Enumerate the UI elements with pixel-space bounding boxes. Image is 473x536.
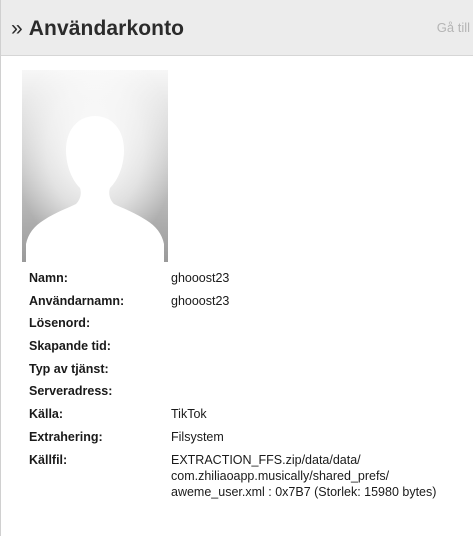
source-file-line: EXTRACTION_FFS.zip/data/data/ xyxy=(171,452,361,467)
field-label: Källa: xyxy=(29,407,64,422)
account-details: Namn: ghooost23 Användarnamn: ghooost23 … xyxy=(29,267,473,509)
field-value: TikTok xyxy=(171,407,207,422)
panel-title-text: Användarkonto xyxy=(28,17,185,40)
user-account-panel: » Användarkonto Gå till Namn: ghooost23 … xyxy=(0,0,473,536)
field-value: ghooost23 xyxy=(171,293,230,308)
goto-link[interactable]: Gå till xyxy=(437,20,470,35)
field-row: Typ av tjänst: xyxy=(29,358,473,381)
source-file-path: EXTRACTION_FFS.zip/data/data/ com.zhilia… xyxy=(171,452,436,500)
field-label: Källfil: xyxy=(29,452,68,467)
field-label: Skapande tid: xyxy=(29,339,111,354)
field-row: Användarnamn: ghooost23 xyxy=(29,290,473,313)
field-row: Källa: TikTok xyxy=(29,403,473,426)
field-label: Användarnamn: xyxy=(29,293,125,308)
field-row: Lösenord: xyxy=(29,312,473,335)
field-label: Extrahering: xyxy=(29,429,103,444)
chevron-right-icon[interactable]: » xyxy=(11,17,23,40)
source-file-line: com.zhiliaoapp.musically/shared_prefs/ xyxy=(171,468,390,483)
field-label: Lösenord: xyxy=(29,316,91,331)
panel-header: » Användarkonto Gå till xyxy=(1,0,473,56)
field-value: Filsystem xyxy=(171,429,224,444)
field-row: Extrahering: Filsystem xyxy=(29,426,473,449)
field-row: Namn: ghooost23 xyxy=(29,267,473,290)
field-label: Namn: xyxy=(29,271,68,285)
field-label: Typ av tjänst: xyxy=(29,361,109,376)
field-row: Skapande tid: xyxy=(29,335,473,358)
field-row-source-file: Källfil: EXTRACTION_FFS.zip/data/data/ c… xyxy=(29,449,473,509)
field-value: ghooost23 xyxy=(171,271,230,285)
field-row: Serveradress: xyxy=(29,380,473,403)
source-file-line: aweme_user.xml : 0x7B7 (Storlek: 15980 b… xyxy=(171,484,437,499)
panel-title[interactable]: » Användarkonto xyxy=(11,17,184,41)
default-user-avatar-icon xyxy=(22,70,168,262)
field-label: Serveradress: xyxy=(29,384,113,399)
